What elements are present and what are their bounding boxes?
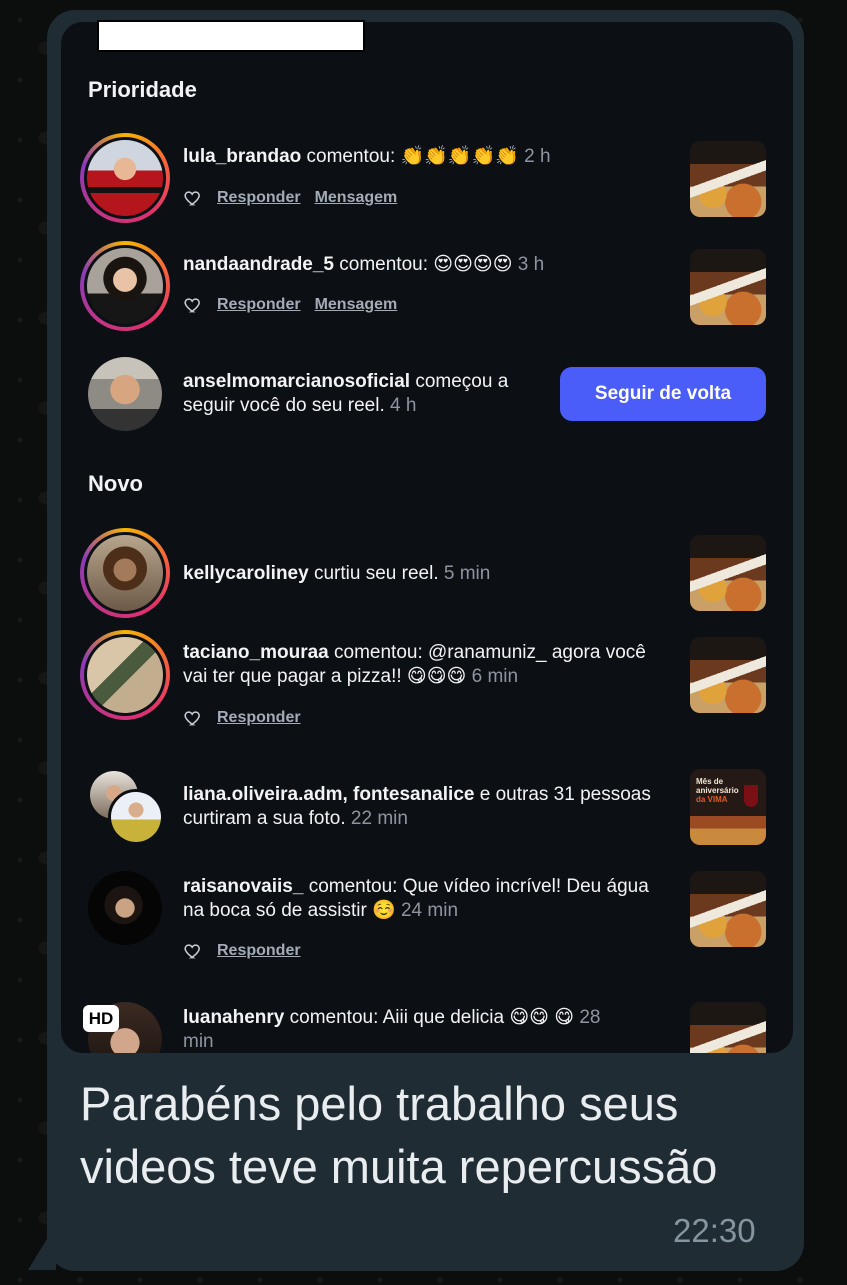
photo-thumbnail-text: Mês de aniversário da VIMA: [696, 777, 739, 804]
reel-thumbnail[interactable]: [690, 249, 766, 325]
reply-link[interactable]: Responder: [217, 296, 301, 314]
timestamp: 22 min: [350, 808, 408, 829]
message-timestamp: 22:30: [673, 1212, 756, 1249]
timestamp: 3 h: [517, 254, 545, 275]
message-link[interactable]: Mensagem: [315, 189, 398, 207]
comment-actions: Responder: [183, 941, 301, 961]
timestamp: 2 h: [524, 146, 551, 167]
wine-glass-icon: [744, 785, 758, 807]
notification-text: anselmomarcianosoficial começou a seguir…: [183, 371, 509, 416]
comment-actions: Responder: [183, 708, 301, 728]
avatar[interactable]: [80, 241, 170, 331]
username[interactable]: luanahenry: [183, 1007, 284, 1028]
avatar[interactable]: [80, 630, 170, 720]
heart-icon[interactable]: [183, 708, 203, 728]
message-link[interactable]: Mensagem: [315, 296, 398, 314]
reel-thumbnail[interactable]: [690, 637, 766, 713]
follow-back-button[interactable]: Seguir de volta: [560, 367, 766, 421]
heart-icon[interactable]: [183, 188, 203, 208]
username[interactable]: nandaandrade_5: [183, 254, 334, 275]
avatar[interactable]: [88, 871, 162, 945]
section-priority: Prioridade: [88, 77, 197, 102]
heart-icon[interactable]: [183, 295, 203, 315]
cut-off-row: luanahenry comentou: Aiii que delicia 😋😋…: [61, 990, 793, 1053]
section-new: Novo: [88, 471, 143, 496]
username[interactable]: lula_brandao: [183, 146, 301, 167]
notification-text: luanahenry comentou: Aiii que delicia 😋😋…: [183, 1007, 601, 1052]
timestamp: 6 min: [471, 666, 519, 687]
reel-thumbnail[interactable]: [690, 1002, 766, 1053]
username[interactable]: kellycaroliney: [183, 563, 309, 584]
message-caption: Parabéns pelo trabalho seus videos teve …: [80, 1077, 718, 1193]
reel-thumbnail[interactable]: [690, 141, 766, 217]
photo-thumbnail[interactable]: Mês de aniversário da VIMA: [690, 769, 766, 845]
avatar[interactable]: [80, 528, 170, 618]
notification-text: kellycaroliney curtiu seu reel. 5 min: [183, 563, 491, 584]
avatar[interactable]: [80, 133, 170, 223]
timestamp: 4 h: [390, 395, 417, 416]
redaction-box: [97, 20, 365, 52]
avatar[interactable]: [108, 789, 164, 845]
hd-badge: HD: [83, 1005, 119, 1032]
timestamp: 24 min: [400, 900, 459, 921]
heart-icon[interactable]: [183, 941, 203, 961]
username[interactable]: liana.oliveira.adm, fontesanalice: [183, 784, 474, 805]
comment-actions: Responder Mensagem: [183, 295, 397, 315]
reel-thumbnail[interactable]: [690, 535, 766, 611]
notification-text: lula_brandao comentou: 👏👏👏👏👏 2 h: [183, 146, 551, 167]
avatar[interactable]: [88, 357, 162, 431]
reel-thumbnail[interactable]: [690, 871, 766, 947]
reply-link[interactable]: Responder: [217, 709, 301, 727]
notification-text: raisanovaiis_ comentou: Que vídeo incrív…: [183, 876, 649, 921]
notification-text: liana.oliveira.adm, fontesanalice e outr…: [183, 784, 651, 829]
username[interactable]: raisanovaiis_: [183, 876, 303, 897]
username[interactable]: taciano_mouraa: [183, 642, 329, 663]
notification-text: nandaandrade_5 comentou: 😍😍😍😍 3 h: [183, 254, 545, 275]
reply-link[interactable]: Responder: [217, 942, 301, 960]
timestamp: 5 min: [443, 563, 491, 584]
reply-link[interactable]: Responder: [217, 189, 301, 207]
notification-text: taciano_mouraa comentou: @ranamuniz_ ago…: [183, 642, 646, 687]
username[interactable]: anselmomarcianosoficial: [183, 371, 410, 392]
comment-actions: Responder Mensagem: [183, 188, 397, 208]
